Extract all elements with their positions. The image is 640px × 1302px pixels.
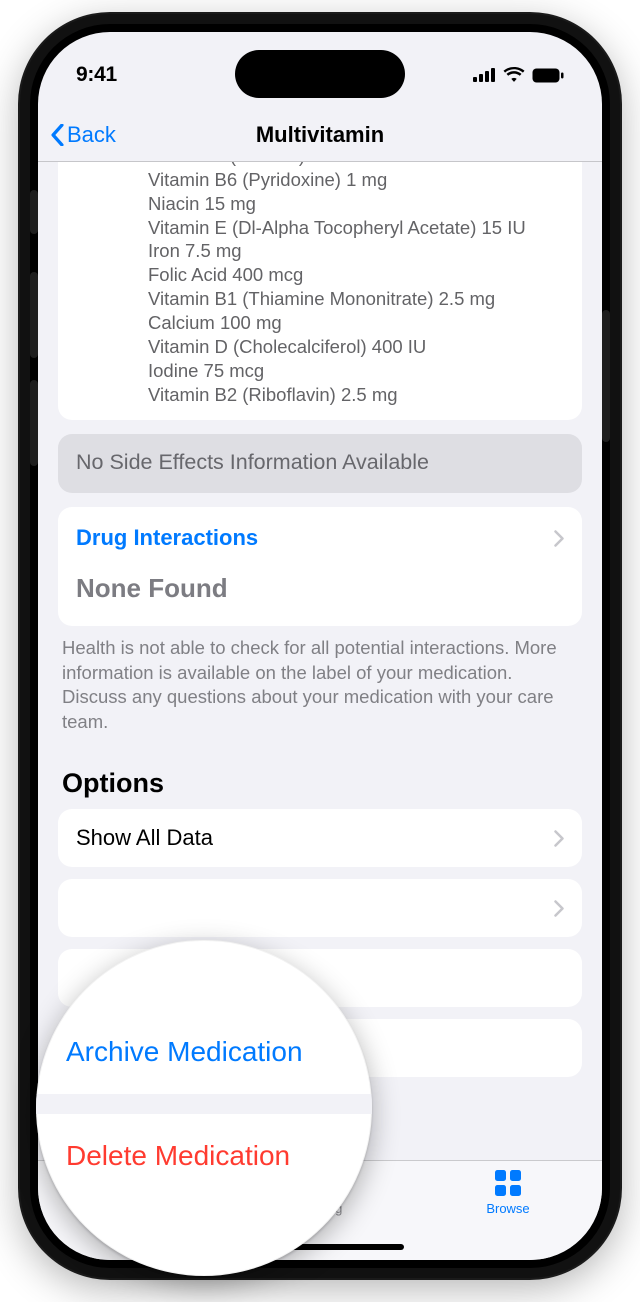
ingredients-item: Vitamin B1 (Thiamine Mononitrate) 2.5 mg [148,287,564,311]
option-row-hidden-1[interactable] [58,879,582,937]
back-button[interactable]: Back [38,122,116,148]
ingredients-item: Vitamin B2 (Riboflavin) 2.5 mg [148,383,564,407]
ingredients-item: Iodine 75 mcg [148,359,564,383]
chevron-right-icon [554,900,564,917]
dynamic-island [235,50,405,98]
ingredients-item: Folic Acid 400 mcg [148,263,564,287]
magnified-delete-medication[interactable]: Delete Medication [36,1114,372,1198]
status-time: 9:41 [76,63,117,87]
archive-medication-label [76,965,82,991]
ingredients-item: Vitamin D (Cholecalciferol) 400 IU [148,335,564,359]
back-label: Back [67,122,116,148]
magnified-archive-medication[interactable]: Archive Medication [36,1010,372,1094]
ingredients-list: Vitamin A (Acetate) 5000 IUVitamin B6 (P… [76,162,564,406]
wifi-icon [503,67,525,83]
navigation-bar: Back Multivitamin [38,108,602,162]
tab-browse-label: Browse [486,1201,529,1216]
magnified-gap [36,1094,372,1114]
ingredients-item: Vitamin E (Dl-Alpha Tocopheryl Acetate) … [148,216,564,240]
side-button-power [602,310,610,442]
page-title: Multivitamin [38,122,602,148]
tab-browse[interactable]: Browse [414,1169,602,1260]
drug-interactions-card: Drug Interactions None Found [58,507,582,626]
battery-icon [532,68,564,83]
interactions-result: None Found [76,573,564,604]
cellular-icon [473,68,496,82]
show-all-data-label: Show All Data [76,825,213,851]
grid-icon [495,1170,521,1196]
chevron-left-icon [50,124,65,146]
ingredients-item: Vitamin B6 (Pyridoxine) 1 mg [148,168,564,192]
side-button-volume-up [30,272,38,358]
chevron-right-icon [554,830,564,847]
side-effects-banner: No Side Effects Information Available [58,434,582,493]
show-all-data-row[interactable]: Show All Data [58,809,582,867]
drug-interactions-row[interactable]: Drug Interactions [76,525,564,551]
side-button-volume-down [30,380,38,466]
ingredients-card: Vitamin A (Acetate) 5000 IUVitamin B6 (P… [58,162,582,420]
options-heading: Options [62,768,582,799]
chevron-right-icon [554,530,564,547]
ingredients-item: Iron 7.5 mg [148,239,564,263]
drug-interactions-label: Drug Interactions [76,525,258,551]
status-icons [473,67,564,83]
ingredients-item: Niacin 15 mg [148,192,564,216]
hidden-label [76,895,82,921]
ingredients-item: Calcium 100 mg [148,311,564,335]
magnifier-overlay: Archive Medication Delete Medication [36,940,372,1276]
side-button-silence [30,190,38,234]
interactions-notice: Health is not able to check for all pote… [58,636,582,734]
